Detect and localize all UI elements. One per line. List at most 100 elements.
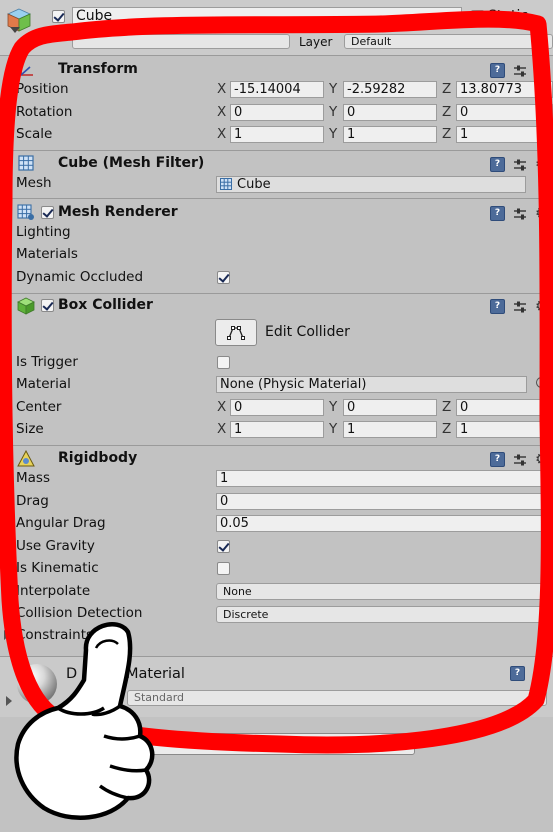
- help-icon[interactable]: ?: [490, 206, 505, 221]
- gear-icon[interactable]: ⚙: [535, 157, 548, 172]
- material-title-prefix: D: [66, 666, 78, 682]
- gear-icon[interactable]: ⚙: [535, 63, 548, 78]
- transform-title[interactable]: Transform: [58, 61, 138, 77]
- shader-dropdown[interactable]: Standard: [127, 690, 547, 706]
- object-name-field[interactable]: Cube: [72, 7, 462, 26]
- dynamic-occluded-label: Dynamic Occluded: [16, 269, 144, 285]
- mesh-renderer-enabled-checkbox[interactable]: [41, 206, 54, 219]
- angular-drag-field[interactable]: 0.05: [216, 515, 553, 532]
- tag-dropdown[interactable]: [72, 34, 290, 49]
- axis-z-label: Z: [442, 399, 452, 415]
- settings-sliders-icon[interactable]: [513, 64, 527, 78]
- add-component-button[interactable]: [130, 733, 415, 755]
- help-icon[interactable]: ?: [490, 63, 505, 78]
- edit-collider-icon: [227, 326, 245, 340]
- scale-x-field[interactable]: 1: [230, 126, 324, 143]
- axis-x-label: X: [217, 399, 227, 415]
- mesh-renderer-title[interactable]: Mesh Renderer: [58, 204, 178, 220]
- mesh-label: Mesh: [16, 175, 52, 191]
- size-label: Size: [16, 421, 44, 437]
- constraints-label[interactable]: Constraints: [16, 627, 93, 643]
- position-x-field[interactable]: -15.14004: [230, 81, 324, 98]
- physic-material-field[interactable]: None (Physic Material): [216, 376, 527, 393]
- interpolate-label: Interpolate: [16, 583, 91, 599]
- icon-dropdown-arrow-icon[interactable]: [10, 27, 20, 33]
- settings-sliders-icon[interactable]: [513, 300, 527, 314]
- gear-icon[interactable]: ⚙: [535, 299, 548, 314]
- size-z-field[interactable]: 1: [456, 421, 553, 438]
- size-x-field[interactable]: 1: [230, 421, 324, 438]
- is-kinematic-checkbox[interactable]: [217, 562, 230, 575]
- material-foldout-arrow-icon[interactable]: [6, 696, 12, 706]
- rotation-x-field[interactable]: 0: [230, 104, 324, 121]
- help-icon[interactable]: ?: [490, 299, 505, 314]
- axis-y-label: Y: [329, 81, 338, 97]
- gear-icon[interactable]: ⚙: [535, 452, 548, 467]
- axis-z-label: Z: [442, 126, 452, 142]
- help-icon[interactable]: ?: [490, 452, 505, 467]
- divider: [0, 55, 553, 56]
- edit-collider-label: Edit Collider: [265, 324, 350, 340]
- axis-z-label: Z: [442, 421, 452, 437]
- dynamic-occluded-checkbox[interactable]: [217, 271, 230, 284]
- divider: [0, 293, 553, 294]
- material-title: Material: [126, 666, 185, 682]
- size-y-field[interactable]: 1: [343, 421, 437, 438]
- drag-field[interactable]: 0: [216, 493, 553, 510]
- lighting-label[interactable]: Lighting: [16, 224, 71, 240]
- rigidbody-icon: [17, 450, 35, 467]
- mesh-filter-title[interactable]: Cube (Mesh Filter): [58, 155, 204, 171]
- rotation-y-field[interactable]: 0: [343, 104, 437, 121]
- scale-label: Scale: [16, 126, 53, 142]
- axis-y-label: Y: [329, 421, 338, 437]
- settings-sliders-icon[interactable]: [513, 158, 527, 172]
- axis-x-label: X: [217, 81, 227, 97]
- center-z-field[interactable]: 0: [456, 399, 553, 416]
- scale-y-field[interactable]: 1: [343, 126, 437, 143]
- position-y-field[interactable]: -2.59282: [343, 81, 437, 98]
- layer-label: Layer: [299, 35, 333, 49]
- box-collider-title[interactable]: Box Collider: [58, 297, 153, 313]
- mesh-grid-icon: [18, 155, 34, 171]
- settings-sliders-icon[interactable]: [513, 453, 527, 467]
- materials-label[interactable]: Materials: [16, 246, 78, 262]
- rigidbody-title[interactable]: Rigidbody: [58, 450, 137, 466]
- divider: [0, 198, 553, 199]
- center-y-field[interactable]: 0: [343, 399, 437, 416]
- help-icon[interactable]: ?: [490, 157, 505, 172]
- layer-dropdown[interactable]: Default: [344, 34, 553, 49]
- settings-sliders-icon[interactable]: [513, 207, 527, 221]
- edit-collider-button[interactable]: [215, 319, 257, 346]
- help-icon[interactable]: ?: [510, 666, 525, 681]
- mesh-field[interactable]: Cube: [216, 176, 526, 193]
- position-z-field[interactable]: 13.80773: [456, 81, 553, 98]
- axis-z-label: Z: [442, 104, 452, 120]
- axis-y-label: Y: [329, 126, 338, 142]
- material-header: [0, 657, 553, 717]
- box-collider-enabled-checkbox[interactable]: [41, 299, 54, 312]
- collision-detection-dropdown[interactable]: Discrete: [216, 606, 553, 623]
- is-trigger-checkbox[interactable]: [217, 356, 230, 369]
- interpolate-dropdown[interactable]: None: [216, 583, 553, 600]
- center-x-field[interactable]: 0: [230, 399, 324, 416]
- mass-field[interactable]: 1: [216, 470, 553, 487]
- collision-detection-label: Collision Detection: [16, 605, 143, 621]
- angular-drag-label: Angular Drag: [16, 515, 106, 531]
- axis-x-label: X: [217, 421, 227, 437]
- is-trigger-label: Is Trigger: [16, 354, 78, 370]
- use-gravity-checkbox[interactable]: [217, 540, 230, 553]
- rotation-label: Rotation: [16, 104, 73, 120]
- box-collider-icon: [17, 297, 35, 315]
- axis-x-label: X: [217, 126, 227, 142]
- object-picker-icon[interactable]: [536, 377, 547, 388]
- drag-label: Drag: [16, 493, 49, 509]
- scale-z-field[interactable]: 1: [456, 126, 553, 143]
- axis-y-label: Y: [329, 104, 338, 120]
- rotation-z-field[interactable]: 0: [456, 104, 553, 121]
- transform-axes-icon: [20, 64, 33, 76]
- constraints-foldout-arrow-icon[interactable]: [4, 630, 10, 640]
- gear-icon[interactable]: ⚙: [535, 206, 548, 221]
- active-toggle[interactable]: [52, 10, 65, 23]
- static-checkbox[interactable]: [471, 10, 484, 23]
- position-label: Position: [16, 81, 69, 97]
